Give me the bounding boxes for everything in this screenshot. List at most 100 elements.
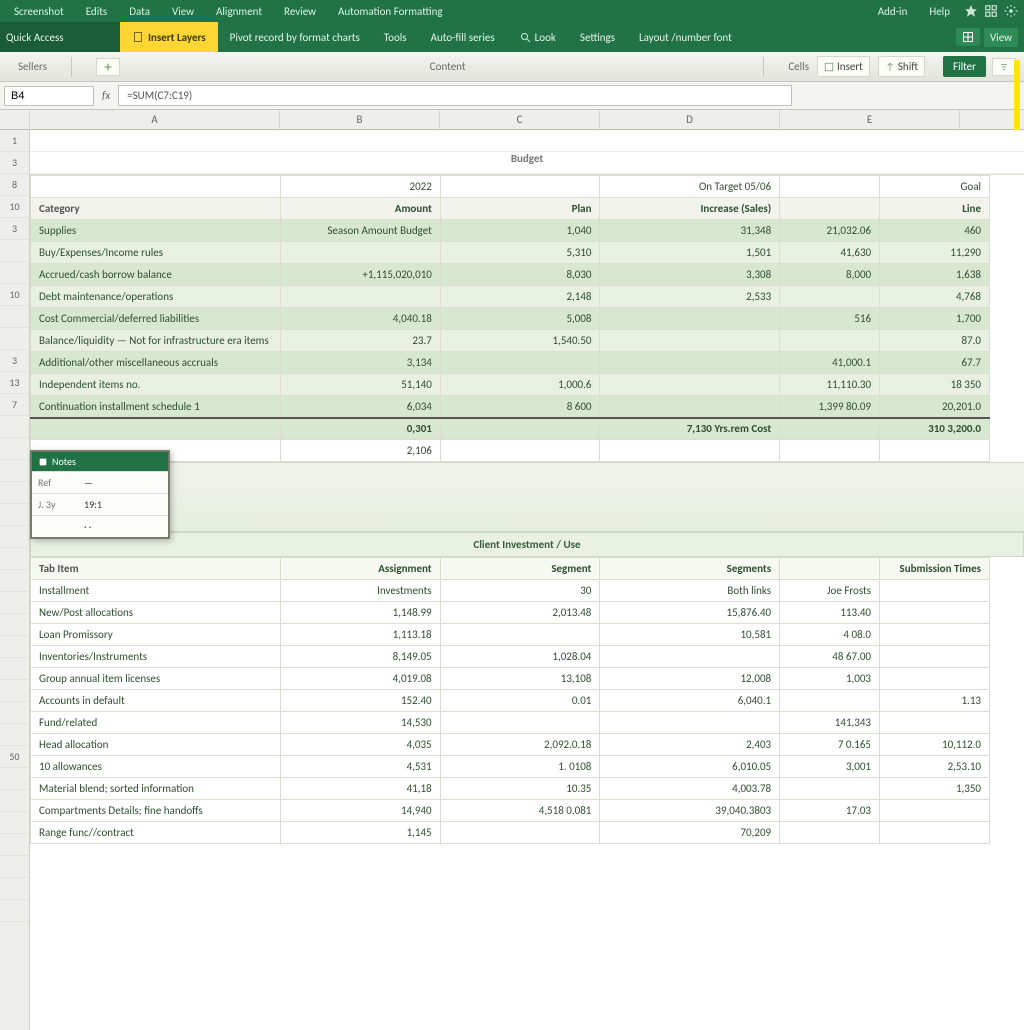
- panel-cell[interactable]: —: [84, 476, 93, 489]
- cell[interactable]: Fund/related: [31, 712, 281, 734]
- cell[interactable]: Season Amount Budget: [280, 220, 440, 242]
- cell[interactable]: [600, 352, 780, 374]
- cell[interactable]: 1,113.18: [280, 624, 440, 646]
- cell[interactable]: Buy/Expenses/Income rules: [31, 242, 281, 264]
- panel-cell[interactable]: · ·: [84, 520, 91, 533]
- cell[interactable]: [600, 308, 780, 330]
- cell[interactable]: 1,638: [880, 264, 990, 286]
- cell[interactable]: 51,140: [280, 374, 440, 396]
- cell[interactable]: 3,308: [600, 264, 780, 286]
- row-num[interactable]: [0, 834, 29, 856]
- cell[interactable]: 0.01: [440, 690, 600, 712]
- row-num[interactable]: [0, 614, 29, 636]
- col-header[interactable]: Submission Times: [880, 558, 990, 580]
- cell[interactable]: Range func//contract: [31, 822, 281, 844]
- row-num[interactable]: [0, 768, 29, 790]
- cell[interactable]: Accounts in default: [31, 690, 281, 712]
- cell[interactable]: 460: [880, 220, 990, 242]
- cell[interactable]: 41,18: [280, 778, 440, 800]
- cell[interactable]: 67.7: [880, 352, 990, 374]
- cell[interactable]: [600, 646, 780, 668]
- cell[interactable]: 41,630: [780, 242, 880, 264]
- ribbon-right-grid-button[interactable]: [956, 28, 980, 46]
- menu-item-4[interactable]: Alignment: [208, 3, 270, 20]
- cell[interactable]: 1.13: [880, 690, 990, 712]
- cell[interactable]: 4,019.08: [280, 668, 440, 690]
- row-num[interactable]: [0, 592, 29, 614]
- cell[interactable]: Independent items no.: [31, 374, 281, 396]
- cell[interactable]: [600, 712, 780, 734]
- cell[interactable]: 10,112.0: [880, 734, 990, 756]
- menu-right-0[interactable]: Add-in: [870, 3, 916, 20]
- cell[interactable]: Debt maintenance/operations: [31, 286, 281, 308]
- row-num[interactable]: [0, 900, 29, 922]
- panel-cell[interactable]: [38, 520, 78, 533]
- cell[interactable]: 4 08.0: [780, 624, 880, 646]
- row-num[interactable]: 10: [0, 196, 29, 218]
- cell[interactable]: 3,134: [280, 352, 440, 374]
- cell[interactable]: [780, 176, 880, 198]
- cell[interactable]: [780, 440, 880, 462]
- select-all-corner[interactable]: [0, 110, 30, 130]
- cell[interactable]: 1,540.50: [440, 330, 600, 352]
- row-num[interactable]: [0, 504, 29, 526]
- cell[interactable]: 4,003.78: [600, 778, 780, 800]
- cell[interactable]: 5,310: [440, 242, 600, 264]
- cell[interactable]: Balance/liquidity — Not for infrastructu…: [31, 330, 281, 352]
- row-num[interactable]: [0, 438, 29, 460]
- sub-btn-shift[interactable]: Shift: [878, 56, 925, 77]
- col-header-c[interactable]: C: [440, 110, 600, 130]
- cell[interactable]: 8,000: [780, 264, 880, 286]
- cell[interactable]: 2,533: [600, 286, 780, 308]
- cell[interactable]: 8 600: [440, 396, 600, 418]
- row-num[interactable]: 7: [0, 394, 29, 416]
- ribbon-tab-insert[interactable]: Insert Layers: [120, 22, 218, 52]
- col-header[interactable]: [780, 558, 880, 580]
- cell[interactable]: 1,399 80.09: [780, 396, 880, 418]
- cell[interactable]: 2,092.0.18: [440, 734, 600, 756]
- menu-item-5[interactable]: Review: [276, 3, 324, 20]
- cell[interactable]: Material blend; sorted information: [31, 778, 281, 800]
- col-header[interactable]: Plan: [440, 198, 600, 220]
- cell[interactable]: Joe Frosts: [780, 580, 880, 602]
- cell[interactable]: Inventories/Instruments: [31, 646, 281, 668]
- cell[interactable]: +1,115,020,010: [280, 264, 440, 286]
- cell[interactable]: 2,148: [440, 286, 600, 308]
- row-num[interactable]: 3: [0, 350, 29, 372]
- col-header[interactable]: Tab Item: [31, 558, 281, 580]
- row-num[interactable]: [0, 702, 29, 724]
- cell[interactable]: [440, 624, 600, 646]
- cell[interactable]: 1,700: [880, 308, 990, 330]
- sub-sort-button[interactable]: [992, 58, 1016, 76]
- col-header-e[interactable]: E: [780, 110, 960, 130]
- cell[interactable]: 10 allowances: [31, 756, 281, 778]
- cell[interactable]: [880, 668, 990, 690]
- cell[interactable]: 8,149.05: [280, 646, 440, 668]
- cell[interactable]: [440, 176, 600, 198]
- cell[interactable]: 7,130 Yrs.rem Cost: [600, 418, 780, 440]
- cell[interactable]: [880, 602, 990, 624]
- cell[interactable]: 152.40: [280, 690, 440, 712]
- ribbon-right-view-button[interactable]: View: [984, 28, 1018, 47]
- cell[interactable]: 113.40: [780, 602, 880, 624]
- row-num[interactable]: [0, 856, 29, 878]
- cell[interactable]: Both links: [600, 580, 780, 602]
- panel-cell[interactable]: Ref: [38, 476, 78, 489]
- cell[interactable]: 4,040.18: [280, 308, 440, 330]
- panel-cell[interactable]: J. 3y: [38, 498, 78, 511]
- col-header[interactable]: Category: [31, 198, 281, 220]
- row-num[interactable]: 13: [0, 372, 29, 394]
- cell[interactable]: 14,940: [280, 800, 440, 822]
- cell[interactable]: [780, 778, 880, 800]
- row-num[interactable]: [0, 790, 29, 812]
- cell[interactable]: 6,040.1: [600, 690, 780, 712]
- cell[interactable]: 310 3,200.0: [880, 418, 990, 440]
- menu-right-1[interactable]: Help: [921, 3, 958, 20]
- cell[interactable]: 0,301: [280, 418, 440, 440]
- cell[interactable]: 12,008: [600, 668, 780, 690]
- grid-icon[interactable]: [984, 4, 998, 18]
- col-header[interactable]: Segments: [600, 558, 780, 580]
- menu-item-2[interactable]: Data: [121, 3, 158, 20]
- cell[interactable]: 31,348: [600, 220, 780, 242]
- cell[interactable]: [880, 580, 990, 602]
